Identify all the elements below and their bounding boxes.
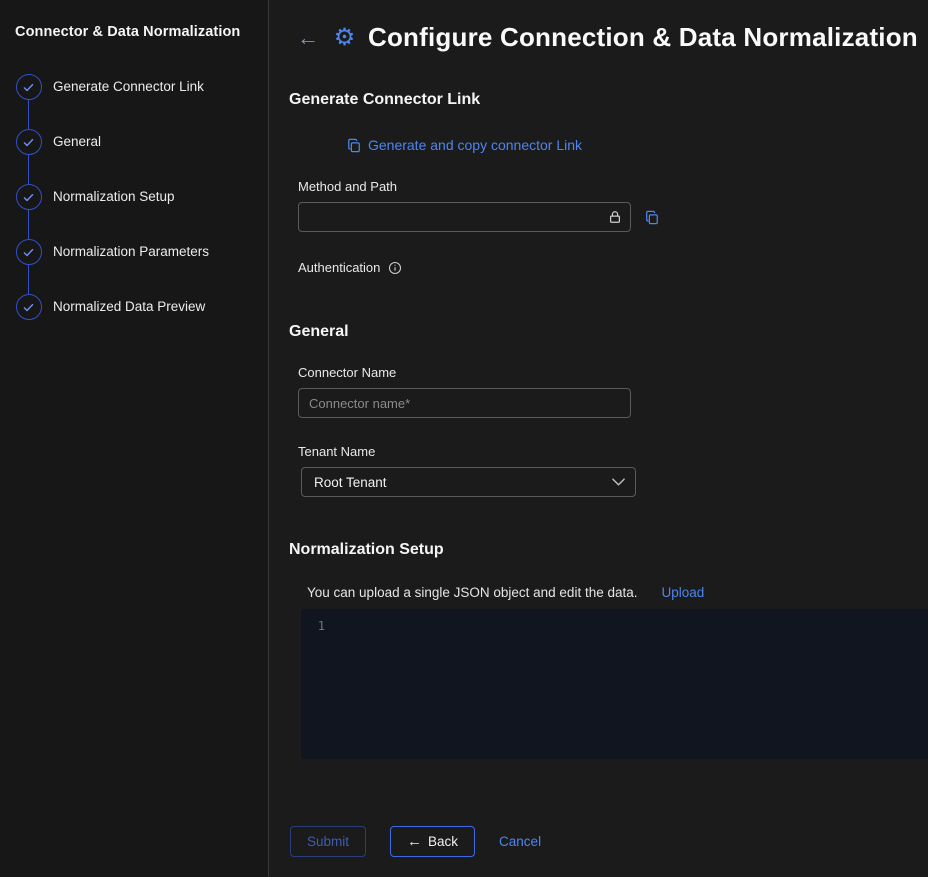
page-header: ← ⚙ Configure Connection & Data Normaliz… — [269, 0, 928, 53]
method-path-input[interactable] — [298, 202, 631, 232]
step-label: Normalization Setup — [53, 184, 175, 239]
method-path-field-wrap — [298, 202, 631, 232]
step-rail — [15, 74, 42, 129]
back-button[interactable]: ← Back — [390, 826, 475, 857]
method-path-label: Method and Path — [298, 179, 928, 194]
step-connector-line — [28, 210, 30, 239]
authentication-label: Authentication — [298, 260, 380, 275]
editor-line-number: 1 — [301, 617, 335, 635]
generate-copy-link[interactable]: Generate and copy connector Link — [298, 137, 631, 153]
arrow-left-icon: ← — [407, 833, 422, 850]
step-connector-line — [28, 265, 30, 294]
authentication-row: Authentication — [298, 260, 928, 275]
upload-instruction: You can upload a single JSON object and … — [307, 585, 638, 600]
back-arrow-icon[interactable]: ← — [297, 27, 319, 49]
normalization-section-heading: Normalization Setup — [289, 541, 928, 559]
tenant-select[interactable]: Root Tenant — [301, 467, 636, 497]
step-rail — [15, 184, 42, 239]
sidebar-title: Connector & Data Normalization — [14, 24, 254, 40]
step-check-icon — [16, 239, 42, 265]
step-label: Generate Connector Link — [53, 74, 204, 129]
step-check-icon — [16, 184, 42, 210]
step-label: Normalized Data Preview — [53, 294, 205, 320]
generate-copy-link-label: Generate and copy connector Link — [368, 137, 582, 153]
step-label: General — [53, 129, 101, 184]
main-content: ← ⚙ Configure Connection & Data Normaliz… — [269, 0, 928, 877]
copy-method-path-icon[interactable] — [645, 210, 659, 225]
page-title: Configure Connection & Data Normalizatio… — [368, 22, 918, 53]
upload-link[interactable]: Upload — [662, 585, 705, 600]
stepper-sidebar: Connector & Data Normalization Generate … — [0, 0, 269, 877]
upload-row: You can upload a single JSON object and … — [307, 585, 928, 600]
cancel-button[interactable]: Cancel — [499, 834, 541, 849]
footer-actions: Submit ← Back Cancel — [269, 826, 928, 857]
step-check-icon — [16, 129, 42, 155]
submit-button[interactable]: Submit — [290, 826, 366, 857]
submit-button-label: Submit — [307, 834, 349, 849]
chevron-down-icon — [612, 478, 625, 486]
back-button-label: Back — [428, 834, 458, 849]
tenant-name-label: Tenant Name — [298, 444, 928, 459]
step-normalization-parameters[interactable]: Normalization Parameters — [15, 239, 254, 294]
info-icon[interactable] — [388, 261, 402, 275]
step-check-icon — [16, 294, 42, 320]
step-normalization-setup[interactable]: Normalization Setup — [15, 184, 254, 239]
step-general[interactable]: General — [15, 129, 254, 184]
general-section-heading: General — [289, 323, 928, 341]
gear-icon: ⚙ — [331, 24, 358, 51]
step-rail — [15, 239, 42, 294]
step-normalized-data-preview[interactable]: Normalized Data Preview — [15, 294, 254, 320]
step-check-icon — [16, 74, 42, 100]
cancel-button-label: Cancel — [499, 834, 541, 849]
step-connector-line — [28, 100, 30, 129]
lock-icon — [608, 210, 622, 225]
connector-name-input[interactable] — [298, 388, 631, 418]
copy-icon — [347, 138, 361, 153]
step-connector-line — [28, 155, 30, 184]
connector-name-label: Connector Name — [298, 365, 928, 380]
tenant-selected-value: Root Tenant — [314, 475, 387, 490]
step-generate-connector-link[interactable]: Generate Connector Link — [15, 74, 254, 129]
step-rail — [15, 294, 42, 320]
step-label: Normalization Parameters — [53, 239, 209, 294]
generate-section-heading: Generate Connector Link — [289, 91, 928, 109]
step-rail — [15, 129, 42, 184]
stepper: Generate Connector Link General Normaliz… — [14, 74, 254, 320]
json-editor[interactable]: 1 — [301, 609, 928, 759]
